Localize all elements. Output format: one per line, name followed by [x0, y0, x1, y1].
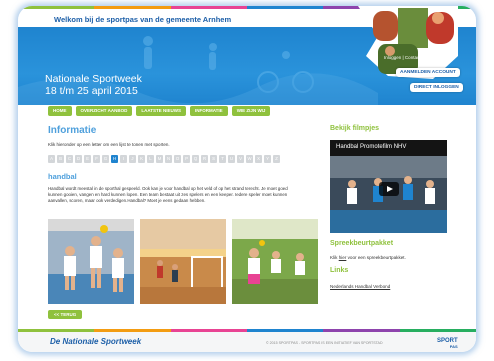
letter-i-button[interactable]: I [120, 155, 127, 163]
speech-text-suffix: voor een spreekbeurtpakket. [346, 255, 406, 260]
letter-b-button[interactable]: B [57, 155, 64, 163]
nav-home[interactable]: HOME [48, 106, 72, 116]
letter-p-button[interactable]: P [183, 155, 190, 163]
direct-login-button[interactable]: DIRECT INLOGGEN [410, 83, 463, 92]
letter-v-button[interactable]: V [237, 155, 244, 163]
speech-heading: Spreekbeurtpakket [330, 240, 394, 247]
alphabet-filter: ABCDEFGHIJKLMNOPQRSTUVWXYZ [48, 155, 280, 163]
speech-text: Klik hier voor een spreekbeurtpakket. [330, 255, 406, 260]
main-navigation: HOME OVERZICHT AANBOD LAATSTE NIEUWS INF… [48, 106, 271, 116]
sportpas-logo: SPORT PAS [437, 338, 458, 349]
letter-z-button[interactable]: Z [273, 155, 280, 163]
letter-s-button[interactable]: S [210, 155, 217, 163]
letter-n-button[interactable]: N [165, 155, 172, 163]
video-heading: Bekijk filmpjes [330, 125, 380, 132]
footer-logo: De Nationale Sportweek [50, 337, 142, 346]
handball-photo-3 [232, 219, 318, 304]
footer: De Nationale Sportweek © 2015 SPORTPAS -… [18, 332, 476, 352]
banner-title: Nationale Sportweek 18 t/m 25 april 2015 [45, 73, 142, 97]
letter-y-button[interactable]: Y [264, 155, 271, 163]
speech-text-prefix: Klik [330, 255, 339, 260]
video-title: Handbal Promotefilm NHV [336, 144, 407, 150]
letter-a-button[interactable]: A [48, 155, 55, 163]
welcome-text: Welkom bij de sportpas van de gemeente A… [54, 15, 232, 24]
letter-q-button[interactable]: Q [192, 155, 199, 163]
nav-laatste-nieuws[interactable]: LAATSTE NIEUWS [136, 106, 187, 116]
sportpas-logo-line2: PAS [449, 344, 458, 349]
letter-w-button[interactable]: W [246, 155, 253, 163]
letter-h-button[interactable]: H [111, 155, 118, 163]
links-heading: Links [330, 267, 349, 274]
login-links[interactable]: Inloggen | Contact [384, 55, 420, 60]
nav-informatie[interactable]: INFORMATIE [190, 106, 228, 116]
letter-j-button[interactable]: J [129, 155, 136, 163]
letter-r-button[interactable]: R [201, 155, 208, 163]
handball-photo-1 [48, 219, 134, 304]
intro-text: Klik hieronder op een letter om een lijs… [48, 142, 170, 147]
play-icon[interactable] [379, 182, 399, 196]
letter-o-button[interactable]: O [174, 155, 181, 163]
link-nhv[interactable]: Nederlands Handbal Verbond [330, 284, 390, 289]
letter-l-button[interactable]: L [147, 155, 154, 163]
letter-t-button[interactable]: T [219, 155, 226, 163]
letter-d-button[interactable]: D [75, 155, 82, 163]
sport-title: handbal [48, 172, 77, 181]
nav-overzicht-aanbod[interactable]: OVERZICHT AANBOD [75, 106, 133, 116]
register-account-button[interactable]: AANMELDEN ACCOUNT [396, 68, 460, 77]
letter-x-button[interactable]: X [255, 155, 262, 163]
handball-photo-2 [140, 219, 226, 304]
letter-u-button[interactable]: U [228, 155, 235, 163]
banner-title-line2: 18 t/m 25 april 2015 [45, 85, 138, 97]
letter-m-button[interactable]: M [156, 155, 163, 163]
page-title: Informatie [48, 125, 97, 136]
letter-k-button[interactable]: K [138, 155, 145, 163]
footer-copyright: © 2015 SPORTPAS - SPORTPAS IS EEN INITIA… [266, 341, 383, 345]
letter-e-button[interactable]: E [84, 155, 91, 163]
letter-c-button[interactable]: C [66, 155, 73, 163]
page-container: Welkom bij de sportpas van de gemeente A… [18, 6, 476, 352]
nav-wie-zijn-wij[interactable]: WIE ZIJN WIJ [231, 106, 271, 116]
sport-description: Handbal wordt meestal in de sporthal ges… [48, 186, 288, 203]
banner-title-line1: Nationale Sportweek [45, 73, 142, 85]
letter-f-button[interactable]: F [93, 155, 100, 163]
letter-g-button[interactable]: G [102, 155, 109, 163]
back-button[interactable]: << TERUG [48, 310, 83, 319]
video-player[interactable]: Handbal Promotefilm NHV [330, 140, 447, 233]
